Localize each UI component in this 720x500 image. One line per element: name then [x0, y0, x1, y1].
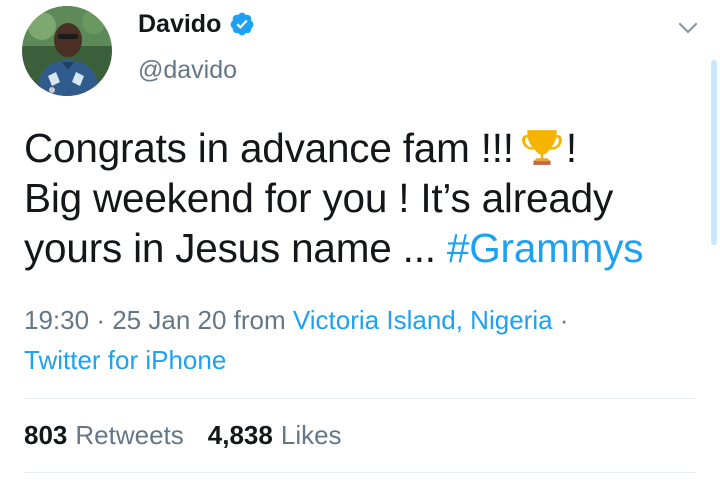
retweets-label: Retweets — [75, 420, 184, 450]
tweet-text-segment: ! — [565, 125, 577, 171]
tweet-meta-line-1: 19:30 · 25 Jan 20 from Victoria Island, … — [24, 300, 704, 340]
tweet-text-line-2: Big weekend for you ! It’s already — [24, 175, 614, 221]
divider — [24, 398, 696, 399]
tweet-text-segment: yours in Jesus name ... — [24, 225, 436, 271]
tweet-text-line-1: Congrats in advance fam !!! ! — [24, 123, 709, 173]
retweets-stat[interactable]: 803 Retweets — [24, 420, 184, 451]
likes-count: 4,838 — [207, 420, 273, 450]
source-link[interactable]: Twitter for iPhone — [24, 345, 226, 375]
author-display-name[interactable]: Davido — [138, 10, 221, 39]
avatar-image — [22, 6, 112, 96]
tweet-time[interactable]: 19:30 — [24, 305, 89, 335]
meta-separator: · — [559, 305, 569, 335]
meta-separator: · — [96, 305, 105, 335]
verified-badge-icon — [230, 12, 254, 36]
author-name-row[interactable]: Davido — [138, 6, 255, 42]
divider — [24, 472, 696, 473]
avatar[interactable] — [22, 6, 112, 96]
tweet-stats: 803 Retweets 4,838 Likes — [24, 420, 342, 451]
tweet-text-line-3: yours in Jesus name ... #Grammys — [24, 223, 709, 273]
tweet-text: Congrats in advance fam !!! ! Big weeken… — [24, 123, 709, 273]
tweet-text-segment: Congrats in advance fam !!! — [24, 125, 514, 171]
chevron-down-icon[interactable] — [676, 16, 700, 40]
hashtag-link[interactable]: #Grammys — [447, 225, 644, 271]
retweets-count: 803 — [24, 420, 68, 450]
likes-stat[interactable]: 4,838 Likes — [208, 420, 342, 451]
from-label: from — [233, 305, 286, 335]
likes-label: Likes — [280, 420, 342, 450]
scrollbar[interactable] — [711, 60, 717, 245]
location-link[interactable]: Victoria Island, Nigeria — [293, 305, 553, 335]
trophy-icon — [521, 130, 562, 165]
tweet-meta: 19:30 · 25 Jan 20 from Victoria Island, … — [24, 300, 704, 380]
author-handle[interactable]: @davido — [138, 56, 237, 85]
tweet-meta-line-2: Twitter for iPhone — [24, 340, 704, 380]
tweet-date[interactable]: 25 Jan 20 — [112, 305, 226, 335]
